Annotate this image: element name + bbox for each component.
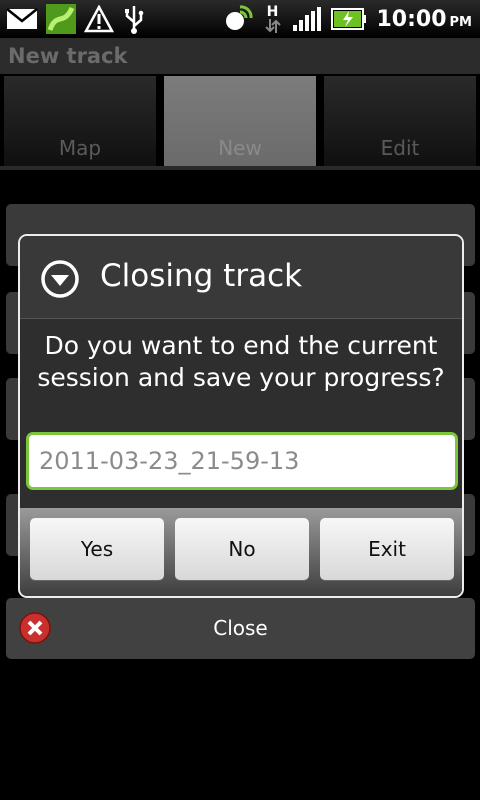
tab-edit[interactable]: Edit <box>324 76 476 168</box>
status-bar: H 10:00 PM <box>0 0 480 38</box>
tab-new[interactable]: New <box>164 76 316 168</box>
track-name-input[interactable]: 2011-03-23_21-59-13 <box>26 432 458 490</box>
dialog-message: Do you want to end the current session a… <box>37 331 445 392</box>
battery-charging-icon <box>330 8 367 30</box>
warning-icon <box>84 5 114 33</box>
close-button[interactable]: Close <box>6 598 475 659</box>
dropdown-circle-icon <box>40 259 80 303</box>
tab-divider <box>0 166 480 170</box>
yes-button[interactable]: Yes <box>30 518 164 580</box>
clock-ampm: PM <box>449 14 472 30</box>
dialog-button-bar: Yes No Exit <box>20 508 462 596</box>
dialog-header: Closing track <box>20 236 462 319</box>
closing-track-dialog: Closing track Do you want to end the cur… <box>18 234 464 598</box>
clock: 10:00 PM <box>377 7 473 32</box>
mail-icon <box>6 7 38 31</box>
gps-icon <box>223 5 253 33</box>
close-button-label: Close <box>213 616 268 640</box>
exit-button[interactable]: Exit <box>320 518 454 580</box>
system-icons: H 10:00 PM <box>223 2 473 36</box>
dialog-title: Closing track <box>100 258 303 294</box>
tab-bar: Map New Edit <box>0 76 480 168</box>
usb-icon <box>122 4 146 34</box>
network-type-label: H <box>266 4 279 20</box>
signal-icon <box>292 7 321 31</box>
tab-map[interactable]: Map <box>4 76 156 168</box>
app-icon <box>46 4 76 34</box>
app-title: New track <box>0 38 480 74</box>
network-h-icon: H <box>263 5 283 33</box>
no-button[interactable]: No <box>175 518 309 580</box>
clock-time: 10:00 <box>376 6 447 32</box>
notification-icons <box>6 4 146 34</box>
